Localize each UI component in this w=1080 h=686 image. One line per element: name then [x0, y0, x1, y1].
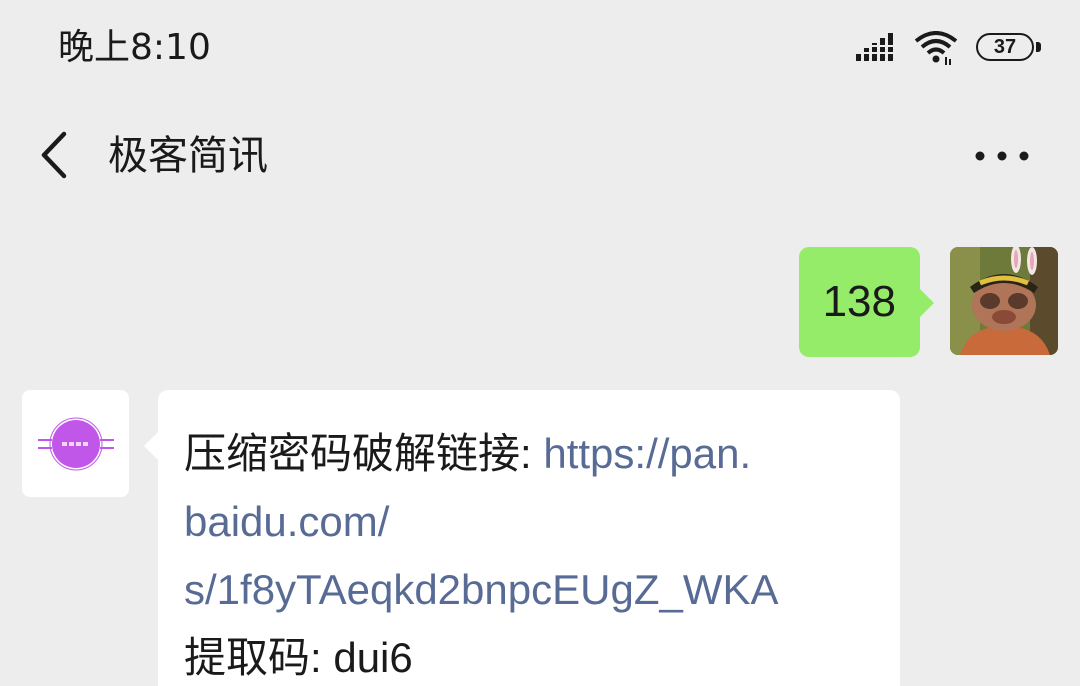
bot-avatar-logo — [37, 417, 114, 470]
extraction-code: 提取码: dui6 — [184, 634, 413, 681]
chat-title: 极客简讯 — [108, 133, 268, 179]
download-link-part-2[interactable]: baidu.com/ — [184, 488, 874, 556]
download-link-part-3[interactable]: s/1f8yTAeqkd2bnpcEUgZ_WKA — [184, 556, 874, 624]
password-label: 压缩密码破解链接: — [184, 430, 544, 477]
status-time: 晚上8:10 — [58, 27, 211, 68]
back-chevron-icon[interactable] — [36, 130, 76, 180]
status-icons: 37 — [854, 28, 1042, 68]
signal-icon — [854, 33, 896, 61]
incoming-bubble[interactable]: 压缩密码破解链接: https://pan. baidu.com/ s/1f8y… — [144, 390, 900, 686]
wifi-icon — [914, 31, 958, 65]
user-avatar-image — [950, 247, 1058, 355]
incoming-message: 压缩密码破解链接: https://pan. baidu.com/ s/1f8y… — [22, 390, 900, 686]
chat-header: 极客简讯 — [0, 100, 1080, 210]
chat-screen: 晚上8:10 37 极客简讯 138 压缩密码破解链接: https://pan… — [0, 0, 1080, 686]
more-dots-icon[interactable] — [972, 138, 1032, 174]
outgoing-message: 138 — [798, 247, 1058, 357]
outgoing-bubble[interactable]: 138 — [798, 247, 935, 357]
battery-level: 37 — [976, 33, 1034, 61]
battery-tip — [1036, 42, 1041, 52]
message-line-1: 压缩密码破解链接: https://pan. — [184, 420, 874, 488]
status-bar: 晚上8:10 37 — [0, 0, 1080, 96]
download-link-part-1[interactable]: https://pan. — [543, 430, 751, 477]
user-avatar[interactable] — [950, 247, 1058, 355]
bot-avatar[interactable] — [22, 390, 129, 497]
battery-indicator: 37 — [976, 33, 1042, 63]
